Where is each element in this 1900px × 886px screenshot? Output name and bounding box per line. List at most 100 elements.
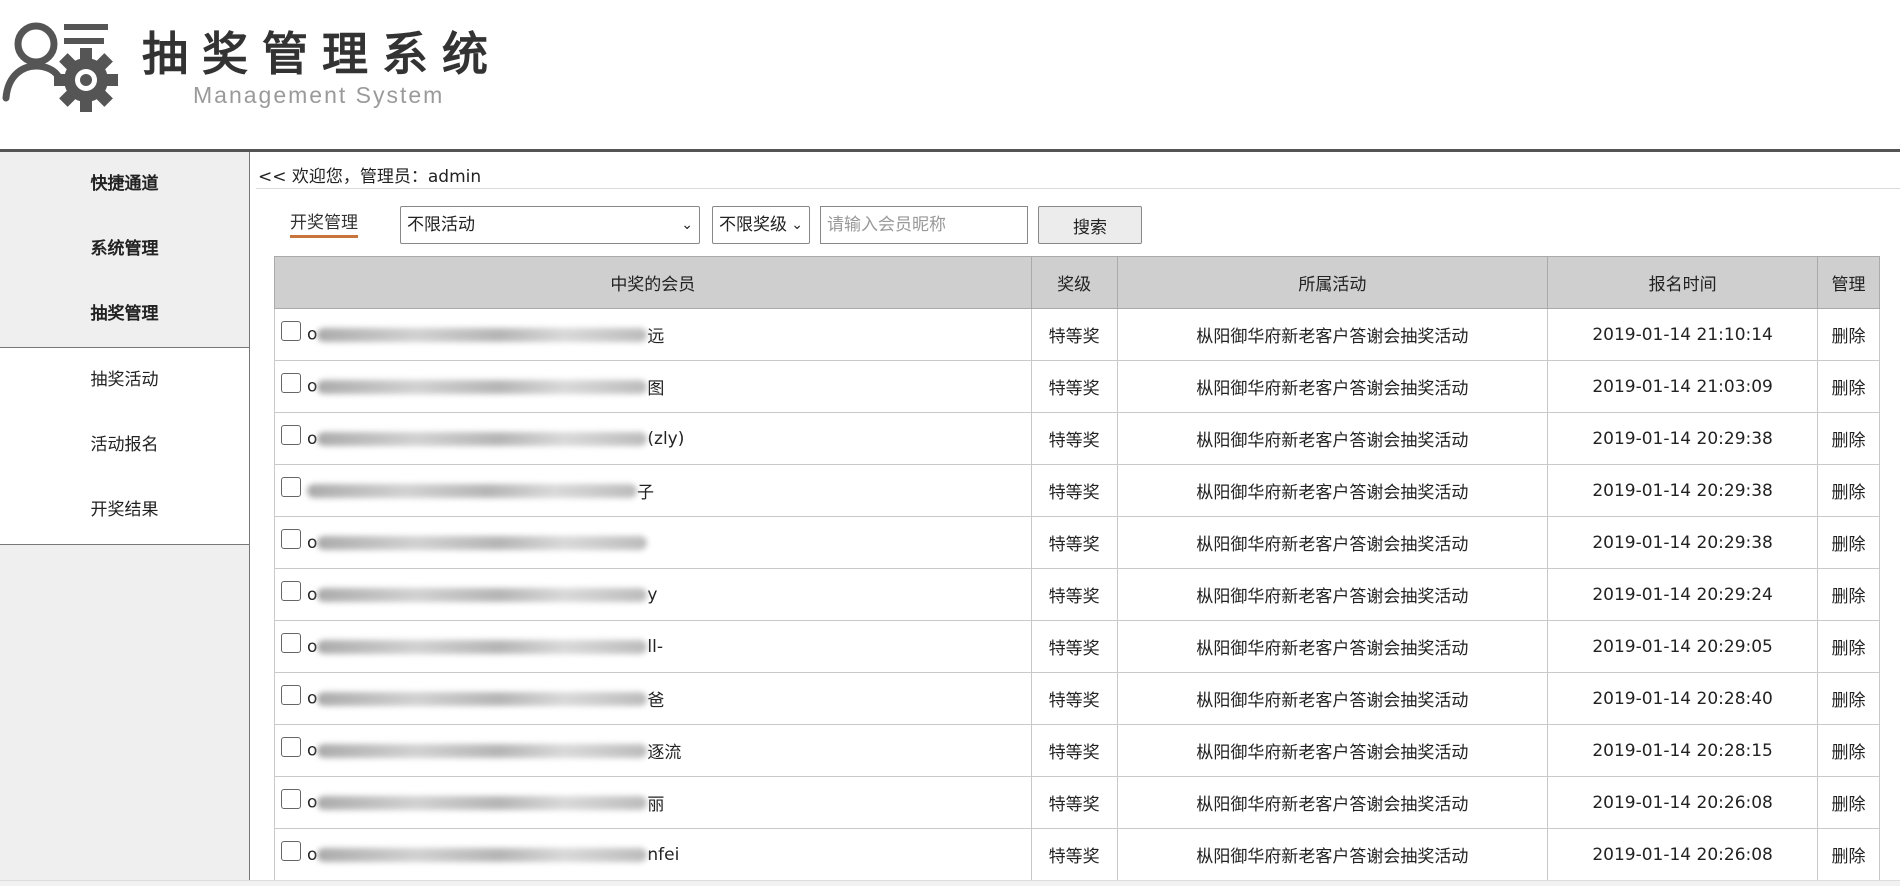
row-checkbox[interactable] [281,580,301,601]
redacted-name [317,795,648,810]
member-name-prefix: o [307,636,318,657]
main-content: << 欢迎您，管理员：admin 开奖管理 不限活动 ⌄ 不限奖级 ⌄ 搜索 中… [256,152,1900,886]
manage-cell: 删除 [1817,620,1880,673]
member-cell: o [274,516,1032,569]
section-title: 开奖管理 [290,208,358,238]
row-checkbox[interactable] [281,320,301,341]
manage-cell: 删除 [1817,412,1880,465]
redacted-name [307,483,637,498]
member-cell: 子 [274,464,1032,517]
sidebar-group-lottery[interactable]: 抽奖管理 [0,282,249,347]
row-checkbox[interactable] [281,528,301,549]
column-header-time: 报名时间 [1547,256,1819,309]
member-name-prefix: o [307,428,318,449]
column-header-manage: 管理 [1817,256,1880,309]
member-name-suffix: (zly) [647,428,685,449]
activity-cell: 枞阳御华府新老客户答谢会抽奖活动 [1116,464,1549,517]
signup-time-cell: 2019-01-14 20:29:38 [1547,412,1819,465]
sidebar-group-quick-access[interactable]: 快捷通道 [0,152,249,217]
row-checkbox[interactable] [281,840,301,861]
delete-link[interactable]: 删除 [1832,743,1866,763]
manage-cell: 删除 [1817,828,1880,881]
member-name-suffix: 丽 [647,795,665,815]
member-name-suffix: y [647,584,658,605]
delete-link[interactable]: 删除 [1832,795,1866,815]
member-cell: o 逐流 [274,724,1032,777]
table-row: o 爸特等奖 枞阳御华府新老客户答谢会抽奖活动 2019-01-14 20:28:40… [274,672,1880,725]
redacted-name [317,847,648,862]
delete-link[interactable]: 删除 [1832,639,1866,659]
delete-link[interactable]: 删除 [1832,535,1866,555]
sidebar-group-system[interactable]: 系统管理 [0,217,249,282]
table-row: o 特等奖 枞阳御华府新老客户答谢会抽奖活动 2019-01-14 20:29:38 删… [274,516,1880,569]
delete-link[interactable]: 删除 [1832,691,1866,711]
delete-link[interactable]: 删除 [1832,327,1866,347]
sidebar-filler [0,544,249,886]
redacted-name [317,639,648,654]
delete-link[interactable]: 删除 [1832,483,1866,503]
signup-time-cell: 2019-01-14 20:29:38 [1547,464,1819,517]
member-name-suffix: 子 [637,483,654,503]
member-name-prefix: o [307,844,318,865]
delete-link[interactable]: 删除 [1832,847,1866,867]
sidebar-item-lottery-activity[interactable]: 抽奖活动 [0,348,249,413]
chevron-down-icon: ⌄ [681,217,693,233]
member-cell: o ll- [274,620,1032,673]
table-row: o 图特等奖 枞阳御华府新老客户答谢会抽奖活动 2019-01-14 21:03:09… [274,360,1880,413]
manage-cell: 删除 [1817,360,1880,413]
row-checkbox[interactable] [281,736,301,757]
app-subtitle: Management System [193,82,445,108]
table-row: 子 特等奖 枞阳御华府新老客户答谢会抽奖活动 2019-01-14 20:29:38 删… [274,464,1880,517]
member-name-prefix: o [307,584,318,605]
manage-cell: 删除 [1817,568,1880,621]
column-header-level: 奖级 [1030,256,1118,309]
signup-time-cell: 2019-01-14 20:28:15 [1547,724,1819,777]
member-search-input[interactable] [820,206,1028,244]
activity-cell: 枞阳御华府新老客户答谢会抽奖活动 [1116,828,1549,881]
manage-cell: 删除 [1817,672,1880,725]
row-checkbox[interactable] [281,372,301,393]
activity-cell: 枞阳御华府新老客户答谢会抽奖活动 [1116,360,1549,413]
delete-link[interactable]: 删除 [1832,587,1866,607]
activity-cell: 枞阳御华府新老客户答谢会抽奖活动 [1116,308,1549,361]
table-header-row: 中奖的会员 奖级 所属活动 报名时间 管理 [274,256,1880,309]
delete-link[interactable]: 删除 [1832,379,1866,399]
member-name-prefix: o [307,376,318,397]
prize-level-cell: 特等奖 [1030,412,1118,465]
member-name-prefix: o [307,532,318,553]
filter-toolbar: 开奖管理 不限活动 ⌄ 不限奖级 ⌄ 搜索 [256,198,1900,244]
user-gear-icon [2,22,118,112]
prize-level-cell: 特等奖 [1030,620,1118,673]
row-checkbox[interactable] [281,632,301,653]
column-header-member: 中奖的会员 [274,256,1032,309]
activity-cell: 枞阳御华府新老客户答谢会抽奖活动 [1116,412,1549,465]
signup-time-cell: 2019-01-14 21:10:14 [1547,308,1819,361]
activity-select[interactable]: 不限活动 ⌄ [400,206,700,244]
sidebar-item-activity-signup[interactable]: 活动报名 [0,413,249,478]
winners-table: 中奖的会员 奖级 所属活动 报名时间 管理 o 远特等奖 枞阳御华府新老客户答谢会抽… [274,256,1880,881]
member-name-prefix: o [307,688,318,709]
row-checkbox[interactable] [281,684,301,705]
delete-link[interactable]: 删除 [1832,431,1866,451]
row-checkbox[interactable] [281,424,301,445]
chevron-down-icon: ⌄ [791,217,803,233]
member-name-prefix: o [307,792,318,813]
table-row: o 远特等奖 枞阳御华府新老客户答谢会抽奖活动 2019-01-14 21:10:14… [274,308,1880,361]
member-cell: o图 [274,360,1032,413]
activity-cell: 枞阳御华府新老客户答谢会抽奖活动 [1116,568,1549,621]
sidebar-item-draw-results[interactable]: 开奖结果 [0,478,249,543]
row-checkbox[interactable] [281,788,301,809]
level-select[interactable]: 不限奖级 ⌄ [712,206,810,244]
manage-cell: 删除 [1817,464,1880,517]
row-checkbox[interactable] [281,476,301,497]
prize-level-cell: 特等奖 [1030,828,1118,881]
signup-time-cell: 2019-01-14 21:03:09 [1547,360,1819,413]
prize-level-cell: 特等奖 [1030,360,1118,413]
signup-time-cell: 2019-01-14 20:28:40 [1547,672,1819,725]
redacted-name [317,743,648,758]
search-button[interactable]: 搜索 [1038,206,1142,244]
redacted-name [317,327,648,342]
manage-cell: 删除 [1817,724,1880,777]
activity-cell: 枞阳御华府新老客户答谢会抽奖活动 [1116,776,1549,829]
activity-select-value: 不限活动 [407,215,475,235]
